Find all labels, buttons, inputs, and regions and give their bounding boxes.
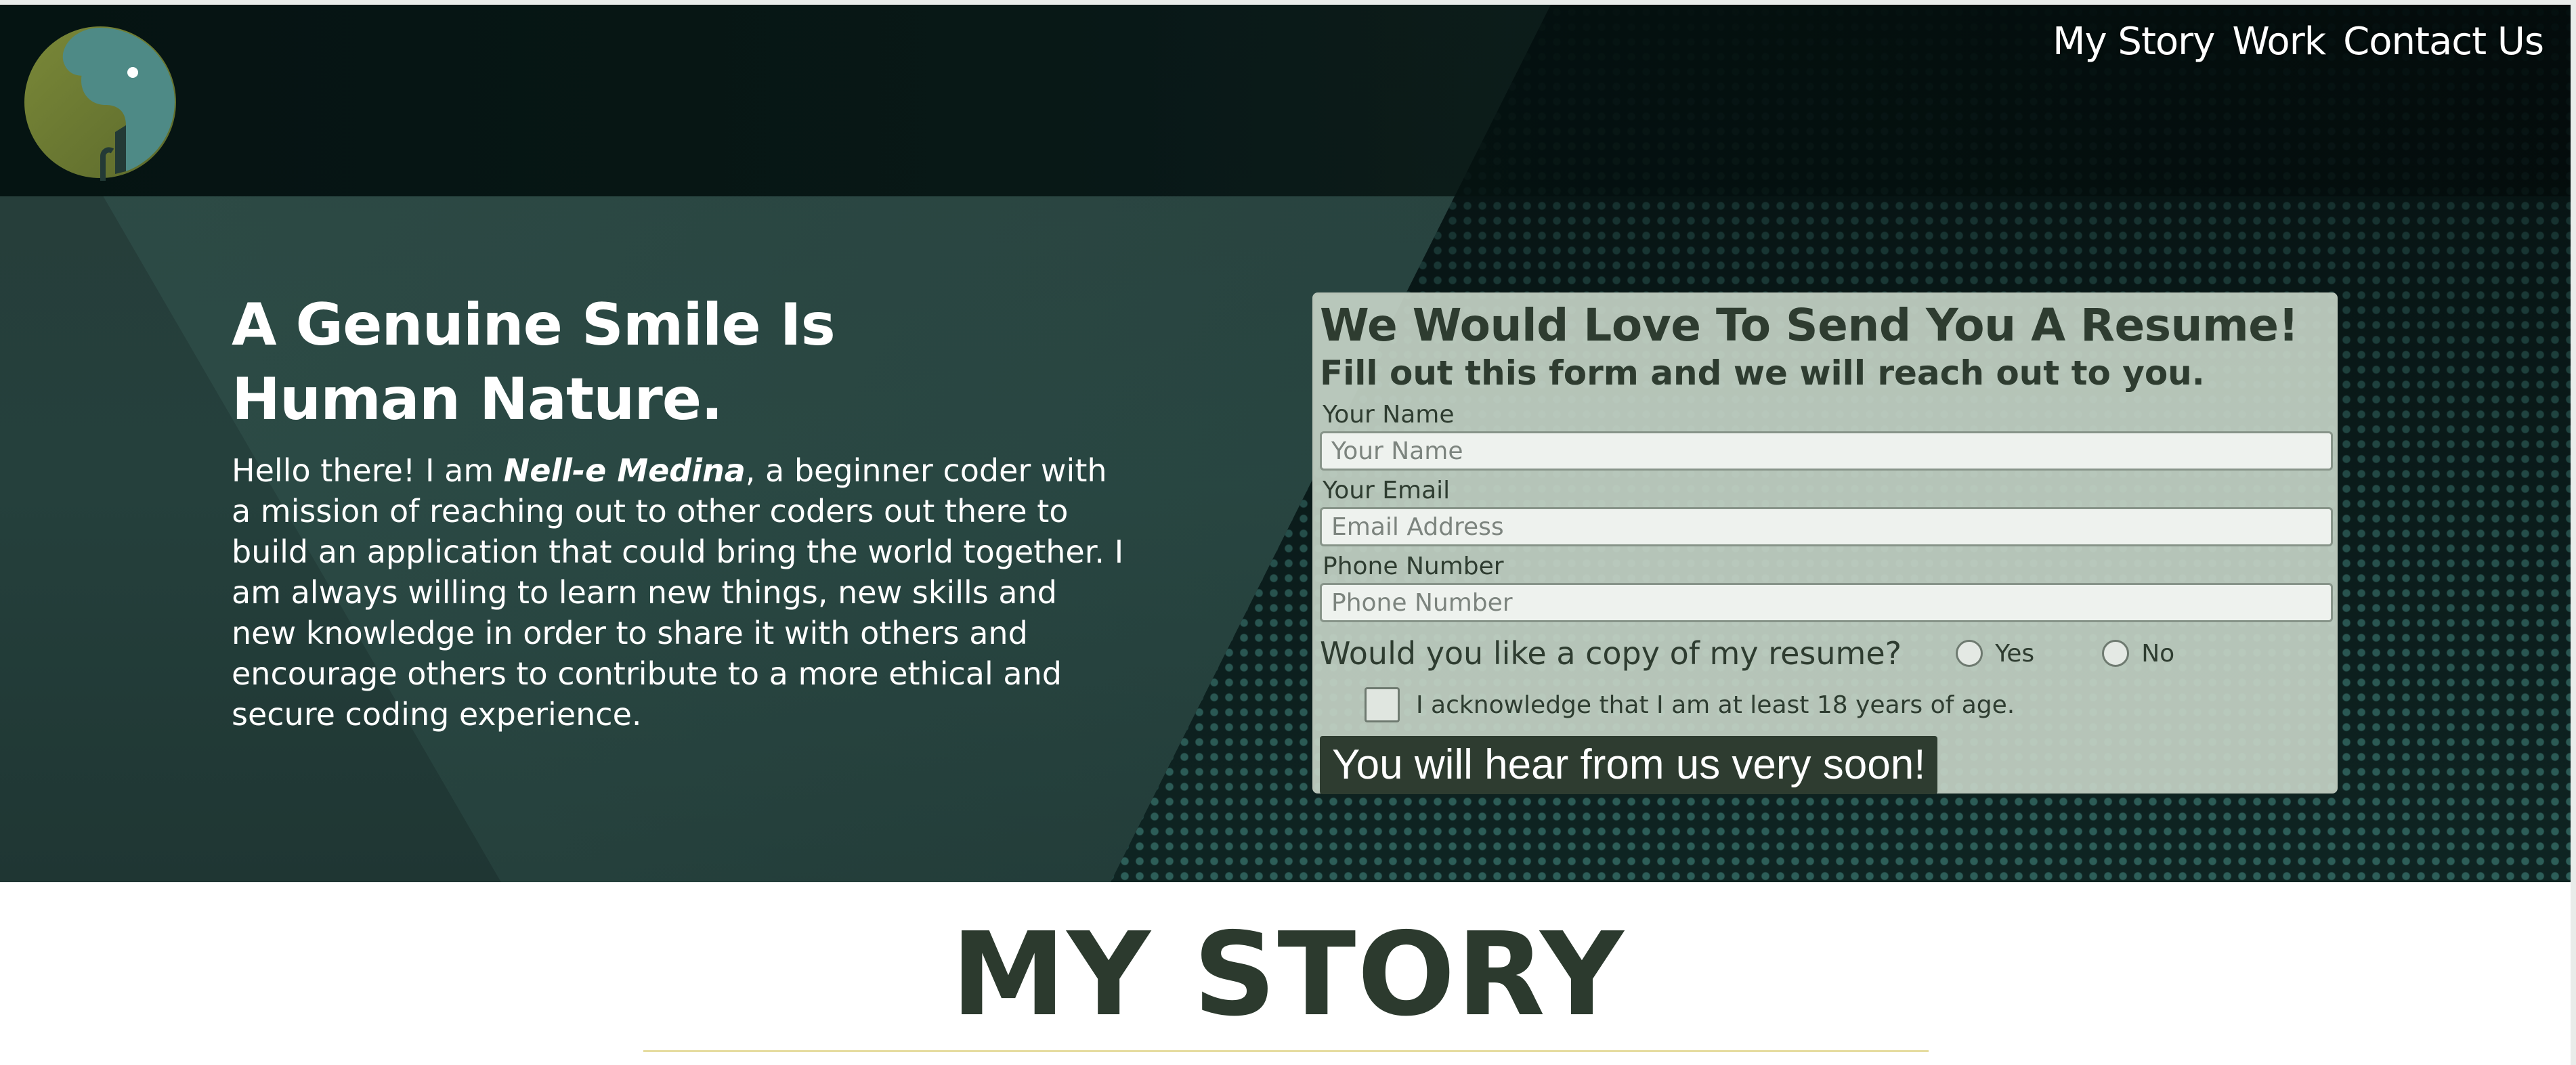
elephant-logo-icon[interactable] bbox=[24, 24, 180, 186]
hero-intro-start: Hello there! I am bbox=[232, 452, 504, 489]
phone-field[interactable] bbox=[1320, 583, 2333, 622]
hero-section: My Story Work Contact Us A Genuine Smile… bbox=[0, 5, 2576, 882]
hero-intro: Hello there! I am Nell-e Medina, a begin… bbox=[232, 450, 1125, 735]
resume-question: Would you like a copy of my resume? bbox=[1320, 635, 1902, 672]
resume-request-form: We Would Love To Send You A Resume! Fill… bbox=[1312, 292, 2338, 794]
email-field[interactable] bbox=[1320, 507, 2333, 546]
resume-no-radio[interactable] bbox=[2102, 640, 2130, 667]
form-subtitle: Fill out this form and we will reach out… bbox=[1320, 353, 2205, 393]
hero-title: A Genuine Smile Is Human Nature. bbox=[232, 291, 836, 433]
resume-yes-radio[interactable] bbox=[1956, 640, 1983, 667]
name-label: Your Name bbox=[1323, 401, 1455, 429]
top-border-strip bbox=[0, 0, 2576, 5]
right-scroll-edge bbox=[2571, 0, 2576, 1065]
age-acknowledge-row: I acknowledge that I am at least 18 year… bbox=[1365, 684, 2330, 725]
author-name: Nell-e Medina bbox=[503, 452, 746, 489]
my-story-heading: MY STORY bbox=[951, 908, 1625, 1042]
story-divider bbox=[643, 1050, 1929, 1052]
age-acknowledge-checkbox[interactable] bbox=[1365, 687, 1400, 722]
resume-no-label: No bbox=[2141, 639, 2175, 668]
phone-label: Phone Number bbox=[1323, 552, 1504, 580]
age-acknowledge-label: I acknowledge that I am at least 18 year… bbox=[1416, 691, 2015, 719]
submit-button[interactable]: You will hear from us very soon! bbox=[1320, 736, 1938, 794]
email-label: Your Email bbox=[1323, 477, 1451, 504]
name-field[interactable] bbox=[1320, 431, 2333, 471]
form-title: We Would Love To Send You A Resume! bbox=[1320, 299, 2299, 351]
nav-work[interactable]: Work bbox=[2232, 20, 2326, 64]
resume-question-row: Would you like a copy of my resume? Yes … bbox=[1320, 632, 2330, 675]
hero-intro-rest: , a beginner coder with a mission of rea… bbox=[232, 452, 1124, 733]
main-nav: My Story Work Contact Us bbox=[2053, 20, 2544, 64]
nav-contact-us[interactable]: Contact Us bbox=[2343, 20, 2544, 64]
nav-my-story[interactable]: My Story bbox=[2053, 20, 2215, 64]
resume-yes-label: Yes bbox=[1995, 639, 2035, 668]
